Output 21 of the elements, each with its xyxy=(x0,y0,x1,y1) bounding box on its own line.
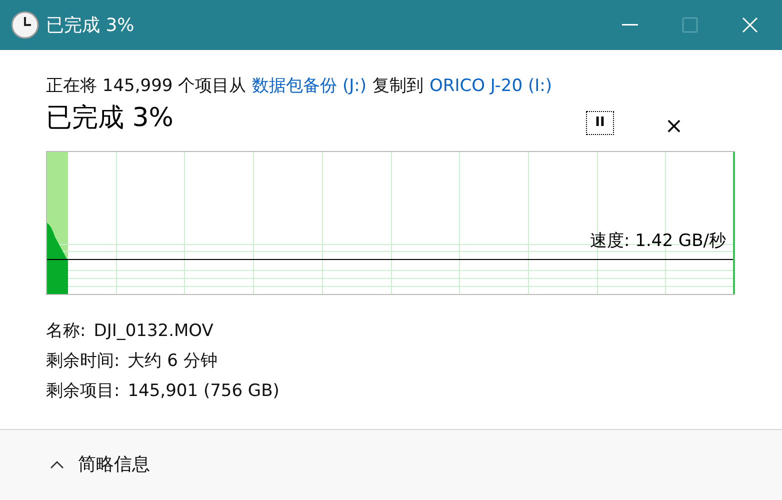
progress-heading: 已完成 3% xyxy=(46,102,174,135)
pause-button[interactable]: II xyxy=(586,110,614,134)
detail-value: 大约 6 分钟 xyxy=(128,350,218,372)
copy-description: 正在将 145,999 个项目从 xyxy=(46,75,246,98)
detail-label: 剩余项目: xyxy=(46,380,120,402)
speed-label: 速度: 1.42 GB/秒 xyxy=(590,230,726,252)
minimize-icon xyxy=(622,24,638,26)
detail-value: 145,901 (756 GB) xyxy=(128,380,280,402)
speed-area-drawing xyxy=(47,222,69,294)
destination-link[interactable]: ORICO J-20 (I:) xyxy=(430,74,552,100)
detail-value: DJI_0132.MOV xyxy=(94,320,214,342)
clock-icon xyxy=(11,11,39,39)
source-link[interactable]: 数据包备份 (J:) xyxy=(252,74,367,100)
copy-description: 复制到 xyxy=(372,75,424,98)
close-icon xyxy=(742,17,758,33)
detail-label: 名称: xyxy=(46,320,86,342)
cancel-button[interactable]: × xyxy=(660,110,688,134)
maximize-icon xyxy=(682,17,698,33)
window-title: 已完成 3% xyxy=(46,14,134,38)
detail-label: 剩余时间: xyxy=(46,350,120,372)
details-toggle[interactable]: 简略信息 xyxy=(50,450,150,478)
